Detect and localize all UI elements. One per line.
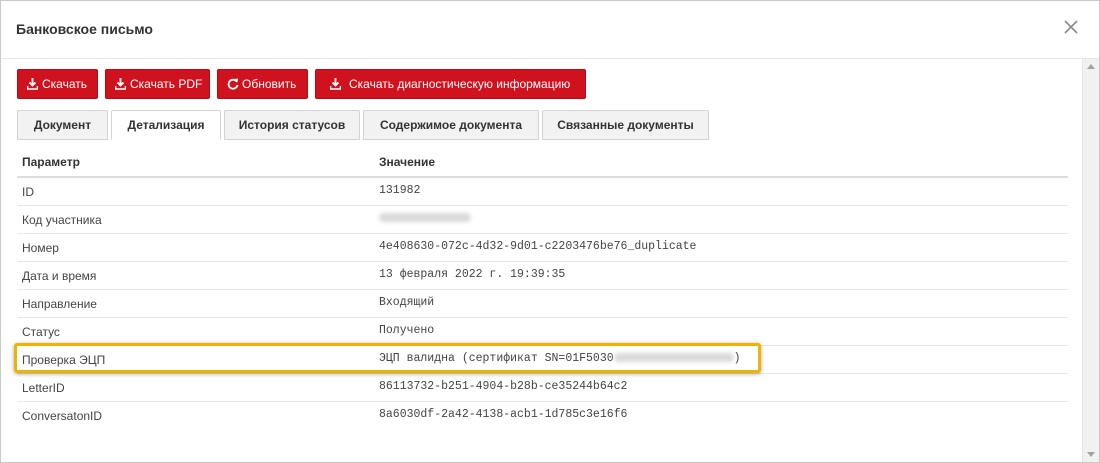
- tab-document[interactable]: Документ: [17, 110, 108, 140]
- param-cell: LetterID: [22, 381, 65, 395]
- refresh-icon: [227, 78, 239, 90]
- value-cell: 13 февраля 2022 г. 19:39:35: [379, 268, 566, 281]
- download-icon: [27, 78, 38, 90]
- table-header: Параметр Значение: [17, 148, 1068, 178]
- scroll-down-icon[interactable]: [1087, 452, 1095, 457]
- param-cell: Код участника: [22, 213, 102, 227]
- table-row: ConversatonID 8a6030df-2a42-4138-acb1-1d…: [17, 402, 1068, 429]
- table-row: Статус Получено: [17, 318, 1068, 346]
- tab-details[interactable]: Детализация: [111, 110, 221, 140]
- refresh-button[interactable]: Обновить: [217, 69, 308, 99]
- table-row: LetterID 86113732-b251-4904-b28b-ce35244…: [17, 374, 1068, 402]
- modal-body: Скачать Скачать PDF Обновить Скачать диа…: [1, 59, 1099, 462]
- download-icon: [115, 78, 126, 90]
- modal-title: Банковское письмо: [16, 21, 153, 37]
- value-cell: Получено: [379, 324, 435, 337]
- details-table: Параметр Значение ID 131982 Код участник…: [17, 148, 1068, 429]
- tab-label: Связанные документы: [557, 118, 694, 132]
- value-cell: 86113732-b251-4904-b28b-ce35244b64c2: [379, 380, 628, 393]
- param-cell: ID: [22, 185, 34, 199]
- param-cell: Дата и время: [22, 269, 97, 283]
- param-cell: Проверка ЭЦП: [22, 353, 106, 367]
- refresh-label: Обновить: [242, 77, 297, 91]
- tab-label: Детализация: [127, 118, 205, 132]
- table-row: Проверка ЭЦП ЭЦП валидна (сертификат SN=…: [17, 346, 1068, 374]
- modal-header: Банковское письмо: [1, 1, 1099, 59]
- redacted-value: [379, 213, 471, 223]
- value-cell: 131982: [379, 184, 421, 197]
- tab-label: Документ: [33, 118, 92, 132]
- value-cell: [379, 212, 471, 225]
- tab-status-history[interactable]: История статусов: [224, 110, 360, 140]
- column-header-param: Параметр: [22, 155, 80, 169]
- vertical-scrollbar[interactable]: [1082, 59, 1099, 462]
- download-label: Скачать: [42, 77, 87, 91]
- download-icon: [330, 78, 341, 90]
- table-row: Код участника: [17, 206, 1068, 234]
- download-diagnostics-label: Скачать диагностическую информацию: [349, 77, 571, 91]
- download-pdf-label: Скачать PDF: [130, 77, 203, 91]
- bank-letter-modal: Банковское письмо Скачать Скачать PDF Об…: [0, 0, 1100, 463]
- tab-document-content[interactable]: Содержимое документа: [363, 110, 539, 140]
- scroll-up-icon[interactable]: [1087, 64, 1095, 69]
- value-cell: 8a6030df-2a42-4138-acb1-1d785c3e16f6: [379, 408, 628, 421]
- table-row: Номер 4e408630-072c-4d32-9d01-c2203476be…: [17, 234, 1068, 262]
- value-cell: 4e408630-072c-4d32-9d01-c2203476be76_dup…: [379, 240, 697, 253]
- value-cell: Входящий: [379, 296, 435, 309]
- close-icon[interactable]: [1063, 19, 1079, 35]
- download-diagnostics-button[interactable]: Скачать диагностическую информацию: [315, 69, 586, 99]
- param-cell: Номер: [22, 241, 59, 255]
- table-row: ID 131982: [17, 178, 1068, 206]
- redacted-serial: [613, 353, 734, 363]
- param-cell: ConversatonID: [22, 409, 103, 423]
- signature-check-text: ЭЦП валидна (сертификат SN=01F5030: [379, 352, 614, 365]
- tab-related-documents[interactable]: Связанные документы: [542, 110, 709, 140]
- table-row: Направление Входящий: [17, 290, 1068, 318]
- column-header-value: Значение: [379, 155, 436, 169]
- download-pdf-button[interactable]: Скачать PDF: [105, 69, 210, 99]
- param-cell: Направление: [22, 297, 97, 311]
- signature-check-suffix: ): [733, 352, 741, 365]
- param-cell: Статус: [22, 325, 60, 339]
- tab-label: История статусов: [238, 118, 346, 132]
- tab-label: Содержимое документа: [379, 118, 523, 132]
- table-row: Дата и время 13 февраля 2022 г. 19:39:35: [17, 262, 1068, 290]
- value-cell: ЭЦП валидна (сертификат SN=01F5030): [379, 352, 741, 365]
- download-button[interactable]: Скачать: [17, 69, 98, 99]
